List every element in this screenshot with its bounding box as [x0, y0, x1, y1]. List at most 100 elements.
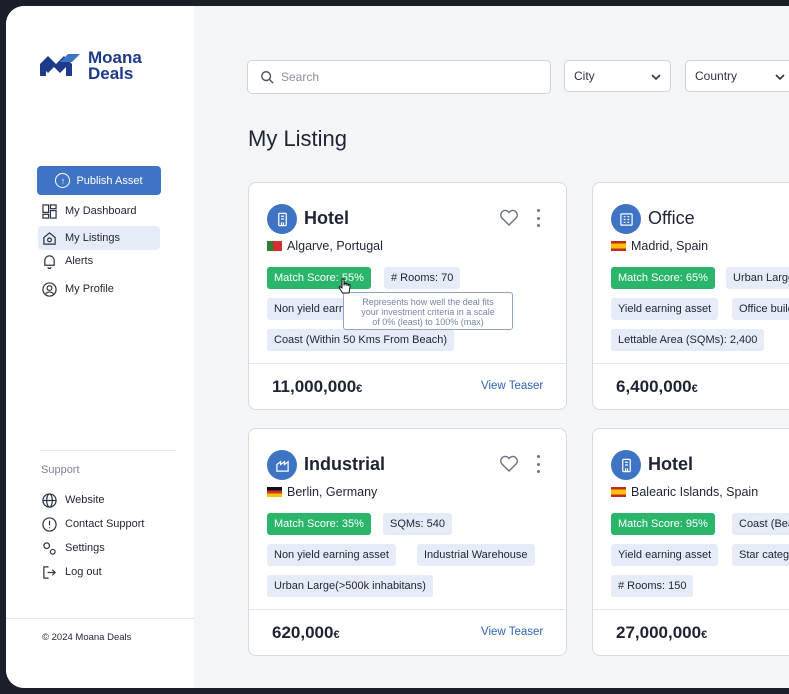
- listing-price: 11,000,000€: [272, 377, 362, 397]
- settings-icon: [41, 540, 57, 556]
- more-options-icon[interactable]: [537, 209, 541, 227]
- tag: Lettable Area (SQMs): 2,400: [611, 329, 765, 351]
- nav-label: My Profile: [65, 283, 114, 295]
- tag: Yield earning asset: [611, 544, 719, 566]
- card-divider: [593, 363, 789, 364]
- price-value: 6,400,000: [616, 377, 692, 396]
- country-select-value: Country: [695, 69, 738, 83]
- search-placeholder: Search: [281, 70, 320, 84]
- listing-price: 620,000€: [272, 623, 340, 643]
- publish-asset-button[interactable]: ↑ Publish Asset: [37, 166, 161, 195]
- brand-name: Moana Deals: [88, 49, 142, 83]
- listing-price: 6,400,000€: [616, 377, 698, 397]
- tag: Urban Large: [726, 267, 789, 289]
- support-label: Log out: [65, 566, 102, 578]
- listing-location: Balearic Islands, Spain: [611, 485, 758, 499]
- location-text: Algarve, Portugal: [287, 239, 383, 253]
- nav-item-alerts[interactable]: Alerts: [38, 249, 160, 273]
- tag: Coast (Beach): [732, 513, 789, 535]
- currency-symbol: €: [691, 383, 698, 395]
- logout-icon: [41, 564, 57, 580]
- nav-item-profile[interactable]: My Profile: [38, 277, 160, 301]
- currency-symbol: €: [333, 629, 340, 641]
- support-label: Contact Support: [65, 518, 145, 530]
- tag: Coast (Within 50 Kms From Beach): [267, 329, 454, 351]
- listing-location: Berlin, Germany: [267, 485, 377, 499]
- globe-icon: [41, 492, 57, 508]
- card-divider: [593, 609, 789, 610]
- upload-icon: ↑: [55, 173, 71, 188]
- favorite-icon[interactable]: [499, 455, 519, 473]
- tag: # Rooms: 70: [384, 267, 461, 289]
- app-frame: Moana Deals ↑ Publish Asset My Dashboard…: [6, 6, 789, 688]
- view-teaser-link[interactable]: View Teaser: [481, 380, 543, 392]
- listing-price: 27,000,000€: [616, 623, 707, 643]
- country-select[interactable]: Country: [685, 60, 789, 92]
- listing-title: Hotel: [648, 454, 693, 474]
- tag: Industrial Warehouse: [417, 544, 535, 566]
- match-score-tooltip: Represents how well the deal fits your i…: [343, 292, 513, 330]
- germany-flag-icon: [267, 487, 282, 497]
- price-value: 620,000: [272, 623, 334, 642]
- city-select-value: City: [574, 69, 595, 83]
- more-options-icon[interactable]: [537, 455, 541, 473]
- alert-circle-icon: [41, 516, 57, 532]
- portugal-flag-icon: [267, 241, 282, 251]
- price-value: 11,000,000: [272, 377, 357, 396]
- brand-logo[interactable]: Moana Deals: [38, 49, 142, 83]
- match-score-badge[interactable]: Match Score: 35%: [267, 513, 371, 535]
- logo-mark-icon: [40, 54, 80, 76]
- tooltip-line: Represents how well the deal fits: [362, 297, 494, 307]
- listing-title: Office: [648, 208, 695, 228]
- nav-item-dashboard[interactable]: My Dashboard: [38, 199, 160, 223]
- tag: Star category: [732, 544, 789, 566]
- brand-line-2: Deals: [88, 64, 134, 83]
- tag: Non yield earning asset: [267, 544, 396, 566]
- publish-asset-label: Publish Asset: [76, 174, 143, 187]
- support-item-contact[interactable]: Contact Support: [38, 512, 160, 536]
- listing-card[interactable]: Industrial Berlin, Germany Match Score: …: [248, 428, 567, 656]
- location-text: Berlin, Germany: [287, 485, 378, 499]
- support-label: Website: [65, 494, 105, 506]
- match-score-badge[interactable]: Match Score: 65%: [611, 267, 715, 289]
- listing-location: Madrid, Spain: [611, 239, 708, 253]
- sidebar-divider: [40, 450, 176, 451]
- city-select[interactable]: City: [564, 60, 671, 92]
- support-label: Settings: [65, 542, 105, 554]
- dashboard-icon: [41, 203, 57, 219]
- tag: # Rooms: 150: [611, 575, 694, 597]
- tag: Office building: [732, 298, 789, 320]
- favorite-icon[interactable]: [499, 209, 519, 227]
- view-teaser-link[interactable]: View Teaser: [481, 626, 543, 638]
- location-text: Balearic Islands, Spain: [631, 485, 759, 499]
- listing-card[interactable]: Office Madrid, Spain Match Score: 65% Ur…: [592, 182, 789, 410]
- spain-flag-icon: [611, 241, 626, 251]
- search-input[interactable]: Search: [247, 60, 551, 94]
- chevron-down-icon: [651, 71, 661, 81]
- page-title: My Listing: [248, 126, 348, 151]
- card-divider: [249, 609, 566, 610]
- currency-symbol: €: [356, 383, 363, 395]
- listing-location: Algarve, Portugal: [267, 239, 383, 253]
- tooltip-line: your investment criteria in a scale: [361, 307, 495, 317]
- location-text: Madrid, Spain: [631, 239, 709, 253]
- spain-flag-icon: [611, 487, 626, 497]
- support-title: Support: [41, 464, 80, 476]
- building-icon: [267, 204, 297, 234]
- listing-card[interactable]: Hotel Balearic Islands, Spain Match Scor…: [592, 428, 789, 656]
- match-score-badge[interactable]: Match Score: 95%: [611, 513, 715, 535]
- support-item-website[interactable]: Website: [38, 488, 160, 512]
- office-building-icon: [611, 204, 641, 234]
- listing-title: Hotel: [304, 208, 349, 228]
- card-divider: [249, 363, 566, 364]
- nav-item-listings[interactable]: My Listings: [38, 226, 160, 250]
- match-score-badge[interactable]: Match Score: 55%: [267, 267, 371, 289]
- bell-icon: [41, 253, 57, 269]
- tag: Yield earning asset: [611, 298, 719, 320]
- support-item-settings[interactable]: Settings: [38, 536, 160, 560]
- search-icon: [261, 71, 274, 84]
- footer-divider: [6, 618, 194, 619]
- profile-icon: [41, 281, 57, 297]
- support-item-logout[interactable]: Log out: [38, 560, 160, 584]
- tag: SQMs: 540: [383, 513, 453, 535]
